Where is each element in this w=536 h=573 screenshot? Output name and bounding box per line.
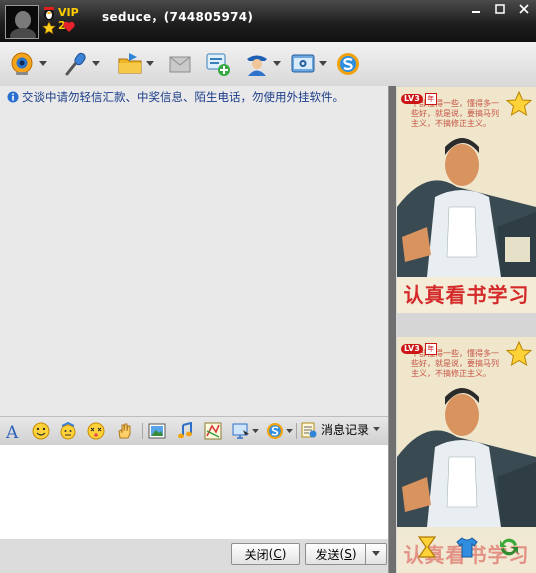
app-settings-icon (291, 54, 315, 73)
format-toolbar: A 消息记录 (0, 416, 388, 446)
chevron-down-icon (372, 551, 380, 556)
maximize-icon (495, 4, 505, 14)
sms-button[interactable] (167, 50, 193, 78)
sogou-format-button[interactable] (266, 422, 284, 440)
send-label: 发送 (315, 547, 340, 562)
level-label: LV3 (401, 344, 423, 354)
app-settings-button[interactable] (290, 50, 327, 78)
level-badge: LV3 年 (401, 343, 437, 355)
dizzy-face-icon (87, 422, 105, 440)
chevron-down-icon (319, 61, 327, 66)
dress-up-button[interactable] (455, 535, 479, 559)
close-button[interactable] (512, 0, 536, 18)
poster-slogan: 认真看书学习 (397, 277, 536, 313)
smiley-icon (32, 422, 50, 440)
font-button[interactable]: A (4, 422, 22, 440)
microphone-icon (65, 52, 86, 76)
refresh-show-button[interactable] (497, 535, 521, 559)
emoticon-button[interactable] (32, 422, 50, 440)
message-history-label: 消息记录 (321, 423, 370, 437)
minimize-button[interactable] (464, 0, 488, 18)
security-notice-text: 交谈中请勿轻信汇款、中奖信息、陌生电话，勿使用外挂软件。 (22, 90, 344, 104)
toolbar-separator (296, 423, 297, 439)
hand-gesture-button[interactable] (116, 422, 134, 440)
close-hotkey: C (273, 547, 282, 561)
font-icon: A (5, 423, 19, 440)
window-controls (464, 0, 536, 18)
scrawl-button[interactable] (204, 422, 222, 440)
chevron-down-icon[interactable] (286, 429, 293, 434)
close-chat-label: 关闭 (244, 547, 269, 562)
send-hotkey: S (344, 547, 352, 561)
star-icon (42, 21, 56, 35)
sms-message-icon (169, 56, 191, 73)
qq-chat-window: VIP 2 seduce，(744805974) 交谈中请勿轻信汇款、中奖信息、… (0, 0, 536, 573)
send-image-button[interactable] (148, 422, 166, 440)
screenshot-icon (232, 423, 249, 439)
music-icon (178, 422, 192, 439)
info-icon (7, 91, 19, 103)
send-file-icon (118, 53, 142, 74)
chevron-down-icon (373, 427, 380, 432)
heart-icon (63, 21, 75, 32)
video-call-button[interactable] (10, 50, 47, 78)
title-bar[interactable]: VIP 2 seduce，(744805974) (0, 0, 536, 42)
level-badge: LV3 年 (401, 93, 437, 105)
svg-text:A: A (5, 423, 19, 440)
qq-show-panel: 干部懂得一些，懂得多一些好，就是说，要搞马列主义，不搞修正主义。 LV3 年 认… (396, 86, 536, 573)
star-icon (506, 91, 532, 117)
sogou-icon (337, 53, 359, 75)
message-input[interactable] (0, 445, 388, 539)
level-label: LV3 (401, 94, 423, 104)
hourglass-button[interactable] (415, 535, 439, 559)
chevron-down-icon[interactable] (252, 429, 259, 434)
magic-face-icon (60, 422, 76, 440)
qq-show-poster[interactable]: 干部懂得一些，懂得多一些好，就是说，要搞马列主义，不搞修正主义。 LV3 年 认… (397, 87, 536, 313)
chevron-down-icon (92, 61, 100, 66)
shake-window-button[interactable] (87, 422, 105, 440)
chevron-down-icon (273, 61, 281, 66)
video-camera-icon (11, 52, 33, 75)
sogou-button[interactable] (335, 50, 361, 78)
music-button[interactable] (176, 422, 194, 440)
toolbar-separator (142, 423, 143, 439)
chevron-down-icon (146, 61, 154, 66)
send-file-button[interactable] (117, 50, 154, 78)
security-notice: 交谈中请勿轻信汇款、中奖信息、陌生电话，勿使用外挂软件。 (7, 89, 344, 105)
penguin-icon (44, 7, 54, 20)
voice-call-button[interactable] (63, 50, 100, 78)
tshirt-icon (456, 537, 478, 558)
minimize-icon (472, 11, 480, 13)
send-button[interactable]: 发送(S) (305, 543, 366, 565)
maximize-button[interactable] (488, 0, 512, 18)
year-badge: 年 (424, 343, 437, 355)
year-badge: 年 (424, 93, 437, 105)
image-icon (148, 423, 166, 439)
main-toolbar (0, 42, 536, 87)
message-history-button[interactable]: 消息记录 (301, 421, 380, 438)
magic-expression-button[interactable] (59, 422, 77, 440)
contact-avatar[interactable] (5, 5, 39, 39)
close-icon (519, 4, 529, 14)
scrawl-icon (204, 422, 222, 440)
contact-name: seduce，(744805974) (102, 10, 254, 24)
sogou-icon (267, 423, 283, 439)
send-bar: 关闭(C) 发送(S) (0, 539, 388, 573)
send-options-button[interactable] (365, 543, 387, 565)
hourglass-icon (417, 536, 437, 558)
chat-message-area[interactable]: 交谈中请勿轻信汇款、中奖信息、陌生电话，勿使用外挂软件。 (0, 86, 388, 416)
screenshot-button[interactable] (232, 422, 250, 440)
refresh-icon (500, 538, 518, 556)
create-group-icon (206, 53, 230, 76)
chevron-down-icon (39, 61, 47, 66)
create-group-button[interactable] (205, 50, 231, 78)
vip-badge[interactable]: VIP 2 (42, 6, 86, 36)
contact-info-button[interactable] (244, 50, 281, 78)
history-icon (301, 422, 317, 437)
hand-icon (118, 423, 131, 439)
show-actions (397, 531, 536, 563)
user-profile-icon (247, 55, 267, 76)
star-icon (506, 341, 532, 367)
close-chat-button[interactable]: 关闭(C) (231, 543, 300, 565)
